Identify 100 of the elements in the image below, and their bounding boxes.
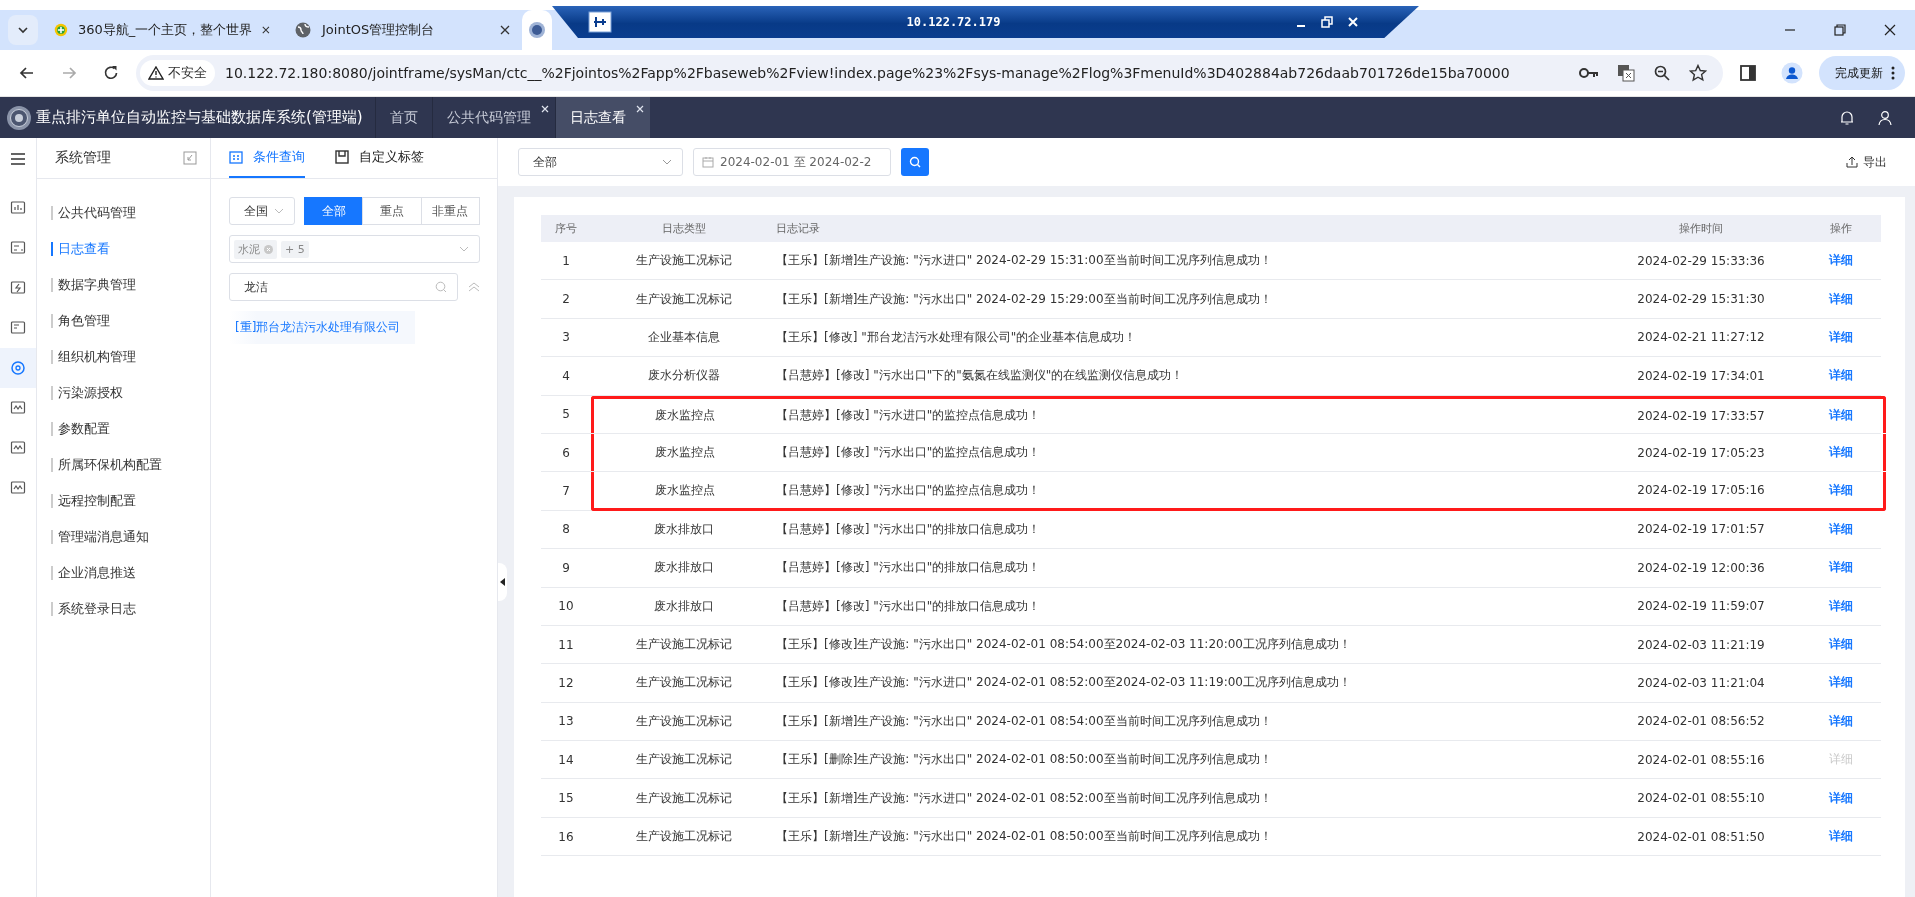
restore-icon[interactable] [1321, 16, 1333, 28]
monitor-icon [10, 440, 26, 456]
table-cell-text: 2024-02-03 11:21:19 [1636, 637, 1766, 652]
menu-item[interactable]: 公共代码管理 [51, 195, 210, 231]
table-cell-text: 【吕慧婷】[修改] "污水进口"的监控点信息成功！ [776, 407, 1042, 425]
close-icon[interactable] [262, 25, 270, 35]
side-panel-icon[interactable] [1739, 64, 1757, 82]
search-field[interactable]: 龙洁 [229, 273, 458, 301]
chevron-icon [459, 246, 469, 252]
export-button[interactable]: 导出 [1840, 152, 1893, 172]
detail-link[interactable]: 详细 [1829, 253, 1853, 268]
table-cell-text: 生产设施工况标记 [634, 712, 733, 730]
menu-icon[interactable] [10, 152, 26, 166]
detail-link[interactable]: 详细 [1829, 291, 1853, 306]
table-cell-text: 生产设施工况标记 [634, 828, 733, 846]
translate-icon[interactable] [1617, 64, 1635, 82]
chevron-icon [17, 26, 29, 34]
segment-button[interactable]: 非重点 [420, 197, 480, 225]
menu-item[interactable]: 组织机构管理 [51, 339, 210, 375]
chevron-icon [274, 208, 284, 214]
table-cell-text: 【吕慧婷】[修改] "污水出口"的监控点信息成功！ [776, 444, 1042, 462]
menu-item[interactable]: 污染源授权 [51, 375, 210, 411]
close-icon[interactable] [1883, 23, 1897, 37]
table-cell-text: 【吕慧婷】[修改] "污水出口"的排放口信息成功！ [776, 520, 1042, 538]
region-select[interactable]: 全国 [229, 197, 295, 225]
table-cell-text: 企业基本信息 [646, 328, 721, 346]
table-cell-text: 9 [561, 560, 571, 575]
menu-item[interactable]: 所属环保机构配置 [51, 447, 210, 483]
upload-icon [1846, 156, 1858, 168]
bell-icon[interactable] [1839, 109, 1855, 126]
table-cell-text: 废水分析仪器 [646, 367, 721, 385]
menu-item[interactable]: 管理端消息通知 [51, 519, 210, 555]
menu-item[interactable]: 角色管理 [51, 303, 210, 339]
detail-link[interactable]: 详细 [1829, 713, 1853, 728]
browser-tab[interactable]: 360导航_一个主页，整个世界 [42, 10, 282, 50]
menu-item[interactable]: 远程控制配置 [51, 483, 210, 519]
nav-tab[interactable]: 首页 [374, 97, 432, 138]
browser-tab[interactable] [522, 10, 552, 50]
table-cell-text: 5 [561, 407, 571, 422]
menu-item[interactable]: 参数配置 [51, 411, 210, 447]
tab-list-button[interactable] [8, 15, 38, 45]
table-cell-text: 16 [557, 829, 575, 844]
table-cell-text: 生产设施工况标记 [634, 290, 733, 308]
address-bar[interactable]: 不安全 10.122.72.180:8080/jointframe/sysMan/ctc__%2Fjointos%2Fapp%2Fbaseweb%2Fview!index.page%23%2Fsys-manage%2Flog%3FmenuId%3D402884ab726daab701726de15ba70000 [136, 55, 1723, 91]
detail-link[interactable]: 详细 [1829, 598, 1853, 613]
module-button[interactable] [0, 348, 36, 388]
table-cell-text: 【王乐】[新增]生产设施: "污水出口" 2024-02-01 08:54:00至当前时间工况序列信息成功！ [776, 712, 1273, 730]
monitor-icon [10, 280, 26, 296]
key-icon[interactable] [1579, 67, 1599, 79]
update-button[interactable]: 完成更新 [1819, 56, 1905, 90]
detail-link[interactable]: 详细 [1829, 408, 1853, 423]
detail-link[interactable]: 详细 [1829, 560, 1853, 575]
tag-chip: 水泥 [234, 239, 277, 259]
sidebar-title: 系统管理 [55, 149, 111, 167]
detail-link[interactable]: 详细 [1829, 521, 1853, 536]
table-cell-text: 2024-02-19 11:59:07 [1636, 599, 1766, 614]
monitor-icon [10, 240, 26, 256]
table-cell-text: 2024-02-03 11:21:04 [1636, 676, 1766, 690]
table-cell-text: 15 [557, 791, 575, 806]
segment-button[interactable]: 重点 [362, 197, 422, 225]
menu-item[interactable]: 数据字典管理 [51, 267, 210, 303]
collapse-handle[interactable] [498, 563, 507, 601]
table-cell-text: 2 [561, 292, 571, 307]
monitor-icon [10, 480, 26, 496]
filter-tab[interactable]: 条件查询 [229, 138, 305, 178]
profile-icon[interactable] [1781, 62, 1803, 84]
detail-link[interactable]: 详细 [1829, 482, 1853, 497]
filter-tab[interactable]: 自定义标签 [335, 138, 424, 178]
menu-item[interactable]: 系统登录日志 [51, 591, 210, 627]
menu-item[interactable]: 企业消息推送 [51, 555, 210, 591]
detail-link[interactable]: 详细 [1829, 637, 1853, 652]
log-type-select[interactable]: 全部 [518, 148, 683, 176]
table-cell-text: 【王乐】[新增]生产设施: "污水进口" 2024-02-29 15:31:00至当前时间工况序列信息成功！ [776, 252, 1273, 270]
zoom-icon[interactable] [1653, 64, 1671, 82]
table-cell-text: 2024-02-19 17:33:57 [1636, 408, 1766, 423]
menu-item[interactable]: 日志查看 [51, 231, 210, 267]
detail-link[interactable]: 详细 [1829, 329, 1853, 344]
star-icon[interactable] [1689, 64, 1707, 82]
target-icon [10, 360, 26, 376]
search-button[interactable] [901, 148, 929, 176]
detail-link[interactable]: 详细 [1829, 445, 1853, 460]
detail-link[interactable]: 详细 [1829, 675, 1853, 690]
column-header: 序号 [554, 221, 578, 236]
security-chip[interactable]: 不安全 [140, 60, 215, 86]
monitor-icon [10, 320, 26, 336]
date-range-field[interactable]: 2024-02-01 至 2024-02-2 [693, 148, 891, 176]
table-cell-text: 2024-02-19 17:05:16 [1636, 483, 1766, 498]
detail-link[interactable]: 详细 [1829, 368, 1853, 383]
detail-link[interactable]: 详细 [1829, 829, 1853, 844]
segment-button[interactable]: 全部 [304, 197, 364, 225]
table-cell-text: 废水排放口 [652, 597, 715, 615]
table-cell-text: 废水排放口 [652, 559, 715, 577]
search-icon [909, 156, 921, 168]
reload-icon[interactable] [102, 64, 120, 82]
detail-link[interactable]: 详细 [1829, 790, 1853, 805]
close-icon[interactable] [500, 25, 510, 35]
restore-icon[interactable] [1833, 23, 1847, 37]
browser-tab[interactable]: JointOS管理控制台 [282, 10, 522, 50]
user-icon[interactable] [1877, 109, 1893, 126]
nav-tab[interactable]: 日志查看 [554, 97, 650, 138]
